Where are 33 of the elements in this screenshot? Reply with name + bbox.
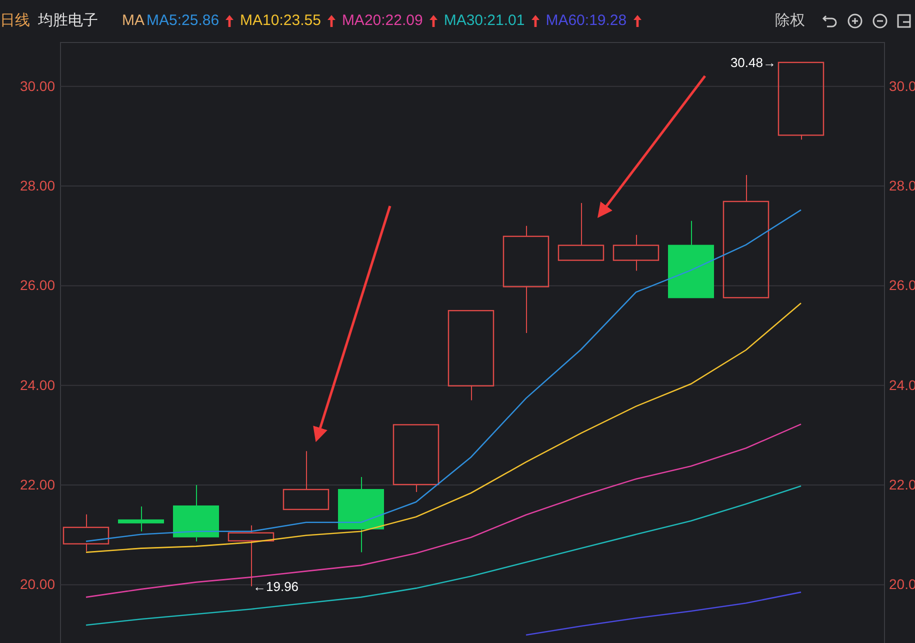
up-arrow-icon: [632, 14, 642, 28]
up-arrow-icon: [530, 14, 540, 28]
period-label[interactable]: 日线: [0, 10, 30, 32]
candlestick: [118, 506, 164, 532]
price-annotation: ←19.96: [253, 579, 299, 594]
candlestick: [558, 202, 604, 261]
up-arrow-icon: [225, 14, 234, 28]
zoom-in-icon[interactable]: [847, 13, 863, 29]
ma-value: MA30:21.01: [444, 10, 525, 31]
undo-icon[interactable]: [822, 13, 838, 29]
axis-label: 24.00: [20, 376, 55, 393]
up-arrow-icon: [326, 14, 336, 28]
candlestick: [612, 234, 660, 272]
ma-label: MA: [122, 10, 144, 31]
axis-label: 30.00: [20, 78, 55, 94]
axis-label: 20.00: [20, 576, 55, 592]
zoom-out-icon[interactable]: [872, 13, 888, 29]
candlestick: [392, 424, 440, 492]
candlestick: [173, 484, 219, 542]
ma-value: MA5:25.86: [146, 10, 220, 31]
stock-name: 均胜电子: [38, 10, 98, 31]
price-annotation: 30.48→: [730, 54, 776, 70]
axis-label: 28.00: [20, 178, 55, 194]
candlestick: [282, 450, 330, 510]
ma-value: MA20:22.09: [342, 10, 423, 31]
adjust-button[interactable]: 除权: [775, 10, 805, 32]
up-arrow-icon: [428, 14, 438, 28]
axis-label: 22.00: [20, 476, 55, 493]
axis-label: 26.00: [20, 277, 55, 294]
candlestick: [62, 514, 110, 552]
ma-value: MA10:23.55: [240, 10, 321, 31]
window-icon[interactable]: [897, 13, 911, 29]
ma-value: MA60:19.28: [546, 10, 627, 31]
